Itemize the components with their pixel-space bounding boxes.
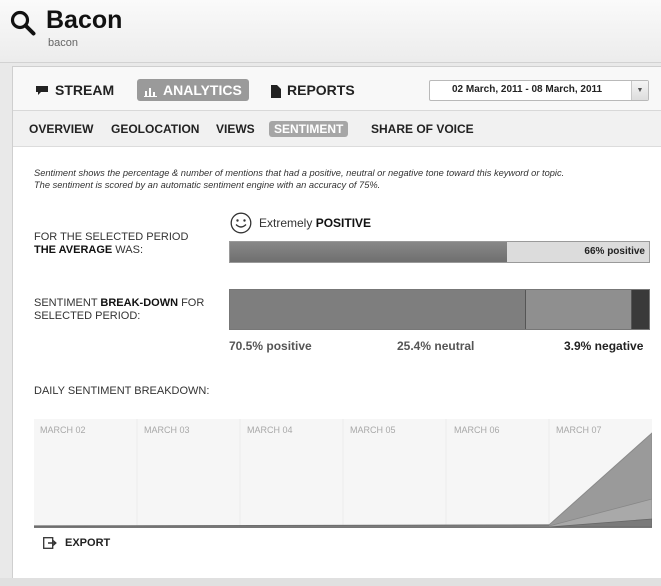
description-line-1: Sentiment shows the percentage & number …: [34, 168, 565, 178]
day-label: MARCH 04: [247, 425, 293, 435]
day-label: MARCH 06: [454, 425, 500, 435]
breakdown-segment-positive: [230, 290, 525, 329]
average-label: FOR THE SELECTED PERIOD THE AVERAGE WAS:: [34, 231, 188, 257]
average-bar-label: 66% positive: [584, 246, 645, 257]
date-range-select[interactable]: 02 March, 2011 - 08 March, 2011 ▼: [429, 80, 649, 101]
day-separators: [136, 419, 550, 527]
day-label: MARCH 03: [144, 425, 190, 435]
comment-icon: [36, 86, 48, 96]
day-label: MARCH 07: [556, 425, 602, 435]
mood-value: POSITIVE: [315, 216, 372, 230]
breakdown-label-line-2: SELECTED PERIOD:: [34, 310, 141, 322]
daily-breakdown-title: DAILY SENTIMENT BREAKDOWN:: [34, 385, 210, 397]
bar-chart-icon: [144, 87, 157, 97]
subnav-overview[interactable]: OVERVIEW: [29, 121, 93, 137]
tab-analytics-label: ANALYTICS: [163, 82, 242, 98]
search-icon[interactable]: [10, 10, 36, 36]
keyword-title: Bacon: [46, 6, 123, 34]
day-label: MARCH 02: [40, 425, 86, 435]
export-icon: [43, 537, 57, 550]
breakdown-label-bold: BREAK-DOWN: [100, 297, 179, 309]
average-mood: Extremely POSITIVE: [259, 216, 371, 230]
chart-baseline: [34, 527, 652, 528]
smile-icon: [230, 212, 252, 234]
breakdown-label-line-1: SENTIMENT BREAK-DOWN FOR: [34, 297, 204, 310]
breakdown-positive-label: 70.5% positive: [229, 339, 312, 353]
export-label: EXPORT: [65, 537, 111, 549]
daily-chart-canvas: [34, 419, 652, 527]
date-range-value: 02 March, 2011 - 08 March, 2011: [452, 84, 603, 95]
bottom-edge: [0, 578, 661, 586]
subnav-share-of-voice[interactable]: SHARE OF VOICE: [371, 121, 474, 137]
tab-stream[interactable]: STREAM: [35, 79, 114, 101]
average-label-line-1: FOR THE SELECTED PERIOD: [34, 231, 189, 243]
tab-reports-label: REPORTS: [287, 82, 355, 98]
breakdown-segment-negative: [631, 290, 649, 329]
chevron-down-icon[interactable]: ▼: [631, 81, 648, 100]
average-label-rest: WAS:: [112, 244, 143, 256]
sentiment-description: Sentiment shows the percentage & number …: [34, 167, 654, 191]
breakdown-bar: [229, 289, 650, 330]
document-icon: [271, 84, 281, 98]
top-header: Bacon bacon: [0, 0, 661, 63]
breakdown-negative-label: 3.9% negative: [564, 339, 644, 353]
breakdown-label: SENTIMENT BREAK-DOWN FOR SELECTED PERIOD…: [34, 297, 204, 323]
export-button[interactable]: EXPORT: [43, 537, 110, 553]
description-line-2: The sentiment is scored by an automatic …: [34, 180, 381, 190]
subnav-sentiment[interactable]: SENTIMENT: [269, 121, 349, 137]
breakdown-label-prefix: SENTIMENT: [34, 297, 101, 309]
subnav-views[interactable]: VIEWS: [216, 121, 255, 137]
main-tabs: STREAM ANALYTICS REPORTS 02 March, 2011 …: [13, 67, 661, 111]
average-label-line-2: THE AVERAGE WAS:: [34, 244, 188, 257]
analytics-panel: STREAM ANALYTICS REPORTS 02 March, 2011 …: [12, 66, 661, 580]
tab-analytics[interactable]: ANALYTICS: [137, 79, 249, 101]
daily-sentiment-chart: MARCH 02 MARCH 03 MARCH 04 MARCH 05 MARC…: [34, 419, 652, 527]
average-bar: 66% positive: [229, 241, 650, 263]
breakdown-neutral-label: 25.4% neutral: [397, 339, 475, 353]
average-label-bold: THE AVERAGE: [34, 244, 113, 256]
tab-stream-label: STREAM: [55, 82, 115, 98]
tab-reports[interactable]: REPORTS: [271, 79, 355, 101]
subnav-geolocation[interactable]: GEOLOCATION: [111, 121, 199, 137]
breakdown-segment-neutral: [525, 290, 632, 329]
keyword-subtitle: bacon: [48, 37, 78, 49]
average-bar-fill: [230, 242, 507, 262]
analytics-subnav: OVERVIEW GEOLOCATION VIEWS SENTIMENT SHA…: [13, 111, 661, 147]
mood-prefix: Extremely: [259, 216, 313, 230]
breakdown-label-suffix: FOR: [178, 297, 205, 309]
day-label: MARCH 05: [350, 425, 396, 435]
